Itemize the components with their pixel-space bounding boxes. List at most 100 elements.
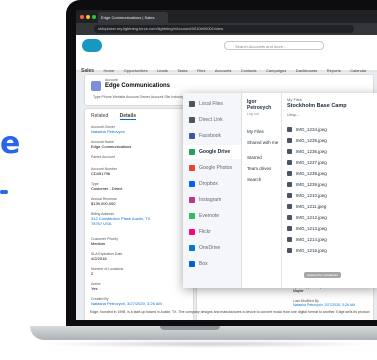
- account-name: Igor Petrovych: [247, 99, 272, 111]
- app-nav-bar: Sales Home Opportunities Leads Tasks Fil…: [76, 59, 377, 74]
- record-highlight-fields: Type Phone Website Account Owner Account…: [93, 95, 184, 99]
- file-item[interactable]: IMG_1236.jpeg: [287, 147, 375, 156]
- salesforce-header: Search Accounts and more...: [76, 35, 377, 60]
- image-file-icon: [287, 237, 292, 242]
- field-account-owner: Account Owner Natasha Petrovych: [91, 125, 125, 134]
- box-icon: [189, 261, 195, 267]
- browser-tabbar: Edge Communications | Sales: [76, 10, 377, 23]
- close-window-icon[interactable]: [80, 15, 84, 19]
- menu-shared-with-me[interactable]: Shared with me: [247, 140, 279, 145]
- account-owner-link[interactable]: Natasha Petrovych: [91, 129, 125, 134]
- onedrive-icon: [189, 245, 195, 251]
- file-list-panel: My Files Stockholm Base Camp Unsp... IMG…: [281, 93, 377, 288]
- address-bar: sfdcpicker.my.lightning.force.com/lightn…: [76, 23, 377, 35]
- file-item[interactable]: IMG_1215.jpeg: [287, 246, 375, 255]
- created-by-link[interactable]: Natasha Petrovych, 3/27/2020, 3:26 AM: [91, 301, 162, 306]
- field-parent-account: Parent Account: [91, 155, 115, 159]
- evernote-icon: [189, 213, 195, 219]
- image-file-icon: [287, 248, 292, 253]
- field-created-by: Created By Natasha Petrovych, 3/27/2020, …: [91, 297, 162, 306]
- file-item[interactable]: IMG_1235.jpeg: [287, 136, 375, 145]
- account-icon: [91, 81, 101, 91]
- source-dropbox[interactable]: Dropbox: [183, 177, 241, 191]
- laptop-screen: Edge Communications | Sales sfdcpicker.m…: [76, 10, 377, 320]
- headline-line-1: e: [0, 126, 21, 161]
- file-item[interactable]: IMG_1237.jpeg: [287, 158, 375, 167]
- image-file-icon: [287, 193, 292, 198]
- file-item[interactable]: IMG_1211.jpeg: [287, 202, 375, 211]
- tab-details[interactable]: Details: [119, 113, 137, 120]
- record-title: Edge Communications: [105, 83, 171, 89]
- folder-subtitle: Unsp...: [287, 112, 300, 117]
- image-file-icon: [287, 182, 292, 187]
- detail-panel: Related Details Account Owner Natasha Pet…: [84, 108, 194, 320]
- browser-tab[interactable]: Edge Communications | Sales: [98, 12, 168, 23]
- breadcrumb[interactable]: My Files: [287, 97, 302, 102]
- file-picker-dialog: Local Files Direct Link Facebook Google …: [183, 93, 377, 288]
- minimize-window-icon[interactable]: [86, 15, 90, 19]
- source-evernote[interactable]: Evernote: [183, 209, 241, 223]
- picker-source-list: Local Files Direct Link Facebook Google …: [183, 93, 242, 288]
- headline-accent-dash: [0, 190, 8, 194]
- field-account-name: Account Name Edge Communications: [91, 140, 132, 149]
- powered-by-badge: powered by uploadcare: [304, 272, 342, 278]
- menu-team-drives[interactable]: Team drives: [247, 166, 279, 171]
- image-file-icon: [287, 149, 292, 154]
- file-item[interactable]: IMG_1234.jpeg: [287, 125, 375, 134]
- salesforce-logo: [82, 39, 102, 52]
- url-field[interactable]: sfdcpicker.my.lightning.force.com/lightn…: [94, 25, 354, 33]
- image-file-icon: [287, 171, 292, 176]
- file-item[interactable]: IMG_1210.jpeg: [287, 191, 375, 200]
- instagram-icon: [189, 197, 195, 203]
- menu-search[interactable]: Search: [247, 177, 279, 182]
- image-file-icon: [287, 127, 292, 132]
- source-local-files[interactable]: Local Files: [183, 97, 241, 111]
- flickr-icon: [189, 229, 195, 235]
- field-type: Type Customer - Direct: [91, 182, 123, 191]
- file-item[interactable]: IMG_1238.jpeg: [287, 169, 375, 178]
- field-active: Active Yes: [91, 282, 101, 291]
- laptop-notch: [160, 326, 220, 330]
- source-flickr[interactable]: Flickr: [183, 225, 241, 239]
- laptop-shadow: [38, 340, 377, 348]
- file-item[interactable]: IMG_1212.jpeg: [287, 213, 375, 222]
- field-last-modified: Last Modified By Natasha Petrovych, 3/27/…: [293, 299, 355, 307]
- field-annual-revenue: Annual Revenue $139,000,000: [91, 197, 117, 206]
- folder-icon: [189, 101, 195, 107]
- global-search-input[interactable]: Search Accounts and more...: [224, 41, 324, 50]
- billing-address-link[interactable]: 312 Constitution Place Austin, TX 78767 …: [91, 216, 161, 226]
- image-file-icon: [287, 138, 292, 143]
- source-direct-link[interactable]: Direct Link: [183, 113, 241, 127]
- image-file-icon: [287, 160, 292, 165]
- source-google-photos[interactable]: Google Photos: [183, 161, 241, 175]
- maximize-window-icon[interactable]: [92, 15, 96, 19]
- google-photos-icon: [189, 165, 195, 171]
- file-item[interactable]: IMG_1214.jpeg: [287, 235, 375, 244]
- file-item[interactable]: IMG_1213.jpeg: [287, 224, 375, 233]
- link-icon: [189, 117, 195, 123]
- detail-tabs: Related Details: [91, 113, 146, 120]
- source-instagram[interactable]: Instagram: [183, 193, 241, 207]
- menu-starred[interactable]: Starred: [247, 155, 279, 160]
- image-file-icon: [287, 215, 292, 220]
- menu-my-files[interactable]: My Files: [247, 129, 279, 134]
- facebook-icon: [189, 133, 195, 139]
- source-onedrive[interactable]: OneDrive: [183, 241, 241, 255]
- record-type: Account: [105, 78, 118, 82]
- field-customer-priority: Customer Priority Medium: [91, 237, 119, 246]
- image-file-icon: [287, 204, 292, 209]
- account-description: Edge, founded in 1998, is a start-up bas…: [90, 310, 370, 314]
- source-google-drive[interactable]: Google Drive: [183, 145, 241, 159]
- drive-menu: Igor Petrovych Log out My Files Shared w…: [241, 93, 282, 288]
- source-box[interactable]: Box: [183, 257, 241, 271]
- source-facebook[interactable]: Facebook: [183, 129, 241, 143]
- field-number-of-locations: Number of Locations 2: [91, 267, 124, 276]
- headline: e: [0, 128, 20, 160]
- logout-link[interactable]: Log out: [247, 112, 259, 116]
- field-account-number: Account Number CD451796: [91, 167, 118, 176]
- file-item[interactable]: IMG_1239.jpeg: [287, 180, 375, 189]
- tab-related[interactable]: Related: [91, 113, 108, 119]
- dropbox-icon: [189, 181, 195, 187]
- image-file-icon: [287, 226, 292, 231]
- folder-title: Stockholm Base Camp: [287, 103, 347, 109]
